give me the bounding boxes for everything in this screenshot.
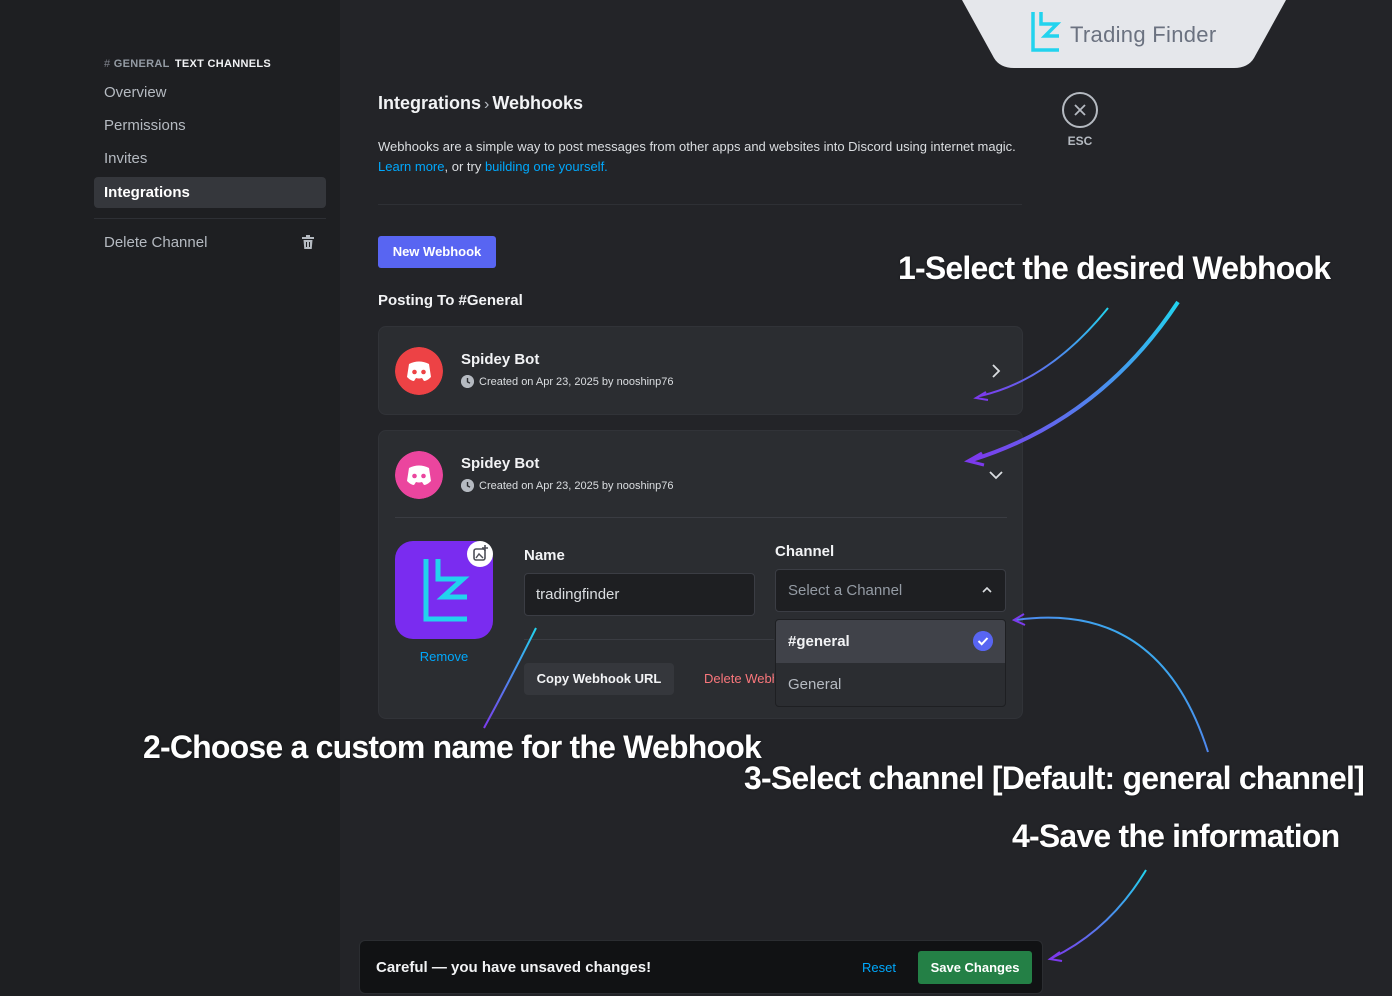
breadcrumb-current: Webhooks [492, 93, 584, 113]
unsaved-changes-bar: Careful — you have unsaved changes! Rese… [359, 940, 1043, 994]
posting-to-label: Posting To #General [378, 292, 523, 309]
hash-icon: # [104, 58, 111, 70]
close-button[interactable] [1062, 92, 1098, 128]
channel-dropdown: #general General [775, 619, 1006, 707]
sidebar-item-integrations[interactable]: Integrations [94, 177, 326, 208]
trash-icon [302, 235, 314, 249]
card-divider [395, 517, 1007, 518]
chevron-up-icon [982, 586, 992, 593]
clock-icon [461, 375, 474, 388]
upload-image-button[interactable] [467, 541, 493, 567]
webhook-name: Spidey Bot [461, 351, 540, 368]
breadcrumb: Integrations › Webhooks [378, 93, 583, 114]
channel-label: Channel [775, 543, 835, 560]
channel-select[interactable]: Select a Channel [775, 569, 1006, 612]
channel-option-general-text[interactable]: #general [776, 620, 1005, 663]
esc-label: ESC [1067, 134, 1093, 148]
annotation-step-3: 3-Select channel [Default: general chann… [744, 760, 1365, 796]
name-label: Name [524, 547, 565, 564]
webhook-card[interactable]: Spidey Bot Created on Apr 23, 2025 by no… [378, 326, 1023, 415]
header-divider [378, 204, 1022, 205]
editor-divider [524, 639, 774, 640]
learn-more-link[interactable]: Learn more [378, 159, 444, 174]
delete-channel-label: Delete Channel [104, 234, 208, 251]
remove-avatar-link[interactable]: Remove [395, 649, 493, 664]
webhook-created-text: Created on Apr 23, 2025 by nooshinp76 [479, 479, 674, 492]
discord-avatar-icon [395, 451, 443, 499]
channel-option-label: #general [788, 633, 850, 650]
annotation-arrow-4 [1051, 869, 1147, 959]
sidebar-item-invites[interactable]: Invites [94, 143, 326, 174]
webhook-card-expanded[interactable]: Spidey Bot Created on Apr 23, 2025 by no… [378, 430, 1023, 719]
annotation-arrow-3 [1015, 616, 1209, 753]
webhook-name-input[interactable] [524, 573, 755, 616]
image-upload-icon [473, 545, 488, 561]
close-icon [1074, 104, 1086, 116]
logo-text: Trading Finder [1070, 22, 1217, 47]
discord-avatar-icon [395, 347, 443, 395]
annotation-step-2: 2-Choose a custom name for the Webhook [143, 729, 762, 765]
sidebar-header-channel: GENERAL [113, 58, 170, 70]
chevron-right-icon[interactable] [988, 363, 1004, 379]
sidebar-header-rest: TEXT CHANNELS [174, 58, 272, 70]
new-webhook-button[interactable]: New Webhook [378, 236, 496, 268]
annotation-step-1: 1-Select the desired Webhook [898, 250, 1331, 286]
webhook-created-text: Created on Apr 23, 2025 by nooshinp76 [479, 375, 674, 388]
checkmark-icon [973, 631, 993, 651]
reset-button[interactable]: Reset [862, 960, 896, 975]
chevron-down-icon[interactable] [988, 467, 1004, 483]
save-changes-button[interactable]: Save Changes [918, 951, 1032, 984]
breadcrumb-parent[interactable]: Integrations [378, 93, 481, 113]
sidebar-item-permissions[interactable]: Permissions [94, 110, 326, 141]
webhooks-description: Webhooks are a simple way to post messag… [378, 137, 1028, 177]
annotation-step-4: 4-Save the information [1012, 818, 1340, 854]
description-text: Webhooks are a simple way to post messag… [378, 139, 1016, 154]
delete-webhook-button[interactable]: Delete Webhook [704, 663, 774, 695]
copy-webhook-url-button[interactable]: Copy Webhook URL [524, 663, 674, 695]
trading-finder-logo-icon [1031, 12, 1062, 52]
or-try-text: , or try [444, 159, 485, 174]
sidebar-item-overview[interactable]: Overview [94, 77, 326, 108]
channel-option-general[interactable]: General [776, 663, 1005, 706]
webhook-meta: Created on Apr 23, 2025 by nooshinp76 [461, 375, 673, 388]
webhook-meta: Created on Apr 23, 2025 by nooshinp76 [461, 479, 673, 492]
chevron-right-icon: › [484, 96, 490, 113]
sidebar-header: # GENERAL TEXT CHANNELS [104, 58, 271, 70]
sidebar-item-delete-channel[interactable]: Delete Channel [94, 227, 326, 258]
webhook-name: Spidey Bot [461, 455, 540, 472]
sidebar: # GENERAL TEXT CHANNELS Overview Permiss… [0, 0, 340, 996]
channel-select-placeholder: Select a Channel [788, 582, 903, 599]
clock-icon [461, 479, 474, 492]
unsaved-message: Careful — you have unsaved changes! [376, 959, 652, 976]
sidebar-divider [94, 218, 326, 219]
build-one-link[interactable]: building one yourself. [485, 159, 608, 174]
